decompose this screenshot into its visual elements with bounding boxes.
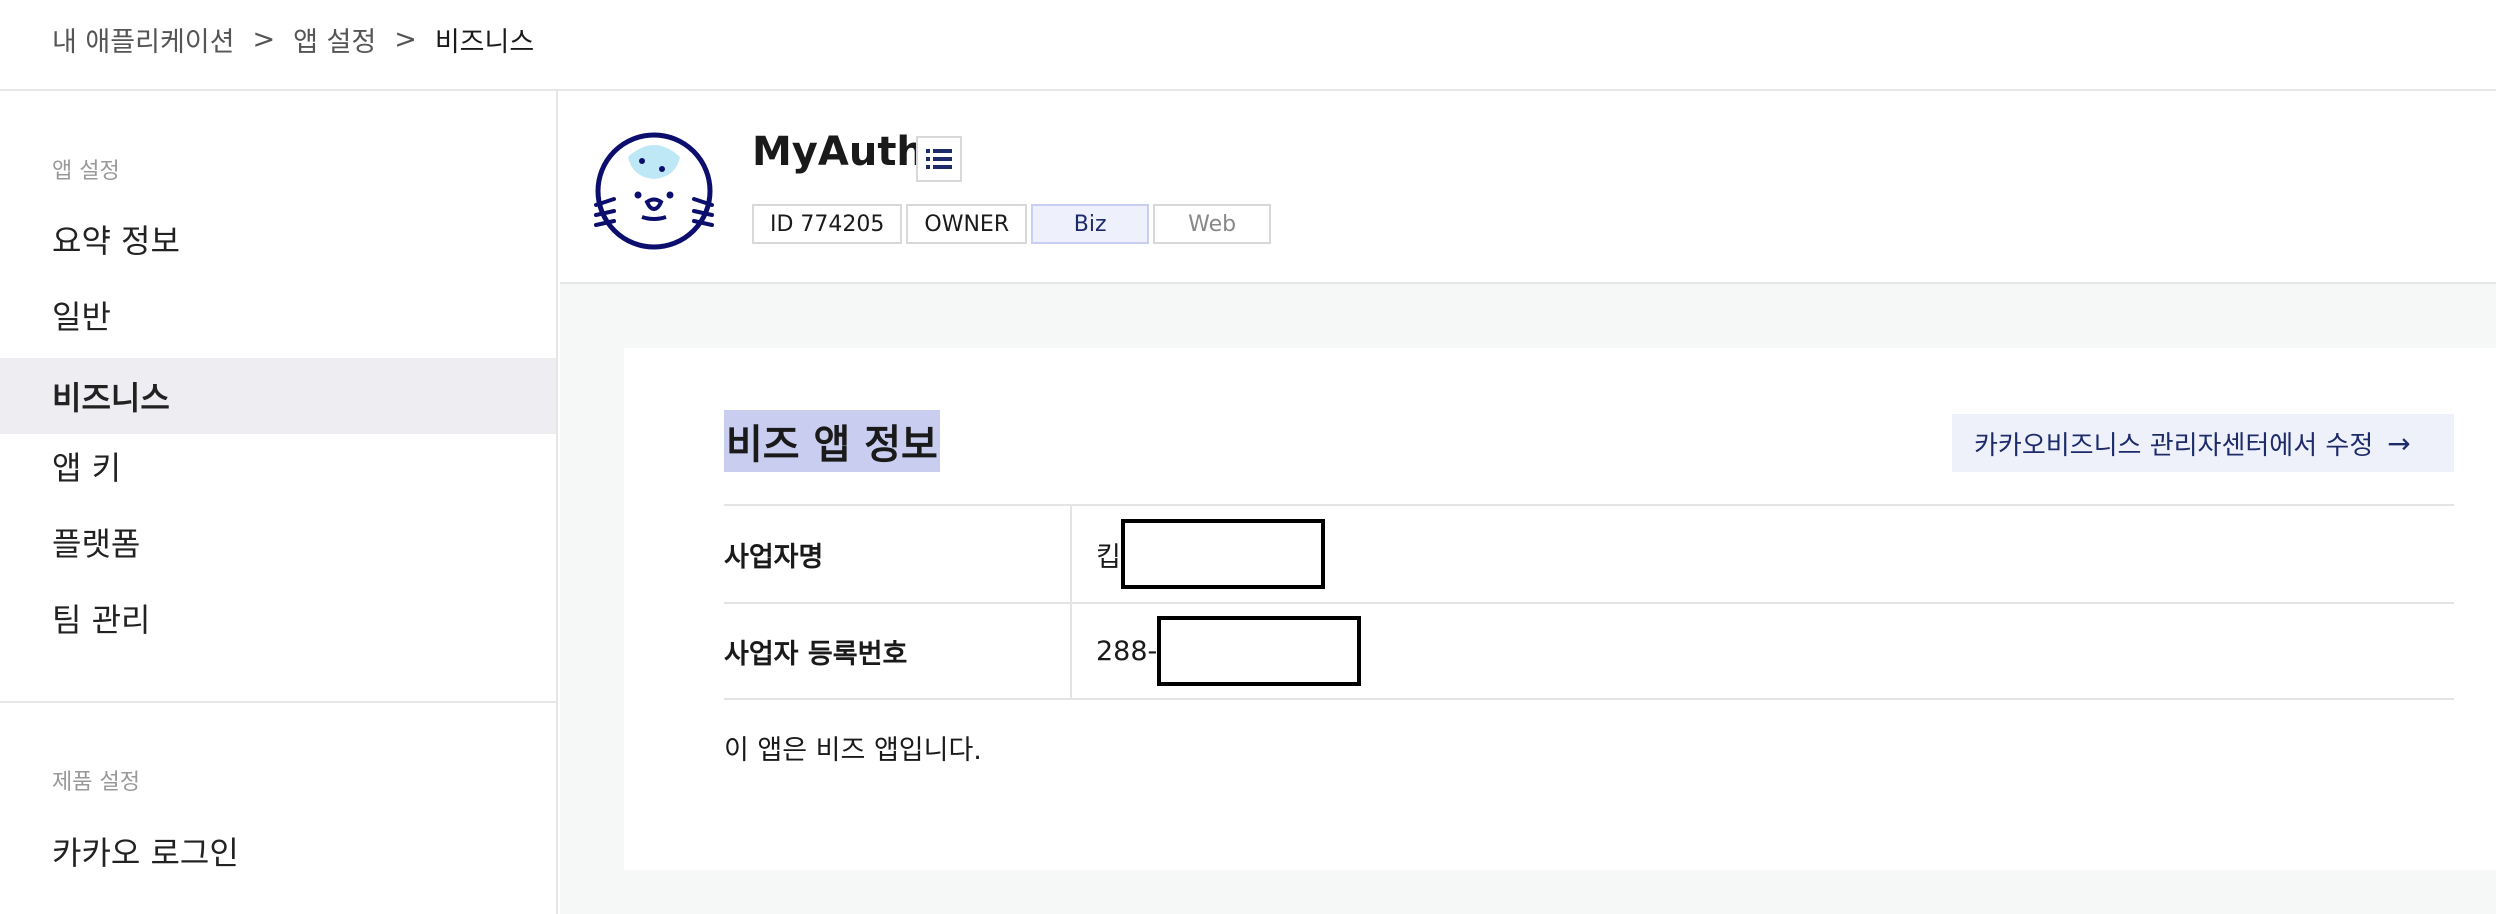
business-name-label: 사업자명 [724, 506, 1072, 602]
breadcrumb-item-business: 비즈니스 [434, 27, 535, 58]
biz-app-info-card: 비즈 앱 정보 카카오비즈니스 관리자센터에서 수정 → 사업자명 킵 사업자 … [624, 348, 2496, 870]
biz-info-table: 사업자명 킵 사업자 등록번호 288- [724, 504, 2454, 700]
sidebar-item-team[interactable]: 팀 관리 [0, 580, 556, 656]
breadcrumb-separator: > [394, 24, 417, 55]
breadcrumb-item-my-apps[interactable]: 내 애플리케이션 [52, 20, 234, 59]
app-name: MyAuth [752, 129, 925, 175]
biz-app-note: 이 앱은 비즈 앱입니다. [724, 735, 982, 766]
business-name-prefix: 킵 [1096, 541, 1121, 573]
top-bar: 내 애플리케이션 > 앱 설정 > 비즈니스 [0, 0, 2496, 91]
sidebar-item-platform[interactable]: 플랫폼 [0, 504, 556, 580]
sidebar-item-kakao-login[interactable]: 카카오 로그인 [0, 813, 556, 889]
sidebar-item-business[interactable]: 비즈니스 [0, 358, 556, 434]
biz-badge: Biz [1031, 204, 1150, 244]
role-badge: OWNER [906, 204, 1028, 244]
sidebar-group-label-product-settings: 제품 설정 [52, 770, 140, 795]
sidebar-divider [0, 701, 556, 703]
redaction-box [1157, 616, 1362, 686]
breadcrumb-separator: > [252, 24, 276, 55]
edit-link-label: 카카오비즈니스 관리자센터에서 수정 [1974, 430, 2374, 461]
app-id-badge: ID 774205 [752, 204, 903, 244]
app-tags: ID 774205 OWNER Biz Web [752, 204, 1275, 244]
sidebar: 앱 설정 요약 정보 일반 비즈니스 앱 키 플랫폼 팀 관리 제품 설정 카카… [0, 91, 558, 914]
list-icon [926, 149, 952, 169]
edit-in-business-center-link[interactable]: 카카오비즈니스 관리자센터에서 수정 → [1952, 414, 2454, 472]
app-list-button[interactable] [916, 136, 962, 182]
business-reg-number-prefix: 288- [1096, 635, 1158, 667]
business-reg-number-label: 사업자 등록번호 [724, 604, 1072, 698]
business-name-value: 킵 [1072, 506, 2454, 602]
sidebar-item-summary[interactable]: 요약 정보 [0, 201, 556, 277]
breadcrumb-item-app-settings[interactable]: 앱 설정 [293, 20, 376, 59]
sidebar-item-general[interactable]: 일반 [0, 277, 556, 353]
redaction-box [1120, 519, 1325, 589]
business-reg-number-value: 288- [1072, 604, 2454, 698]
seal-mascot-icon [594, 132, 714, 250]
platform-badge: Web [1153, 204, 1272, 244]
arrow-right-icon: → [2387, 426, 2411, 460]
table-row: 사업자 등록번호 288- [724, 602, 2454, 700]
table-row: 사업자명 킵 [724, 504, 2454, 602]
breadcrumb: 내 애플리케이션 > 앱 설정 > 비즈니스 [52, 20, 534, 59]
section-title: 비즈 앱 정보 [724, 410, 940, 472]
sidebar-group-label-app-settings: 앱 설정 [52, 159, 120, 184]
sidebar-item-app-key[interactable]: 앱 키 [0, 428, 556, 504]
app-header: MyAuth ID 774205 OWNER Biz Web [560, 91, 2496, 284]
